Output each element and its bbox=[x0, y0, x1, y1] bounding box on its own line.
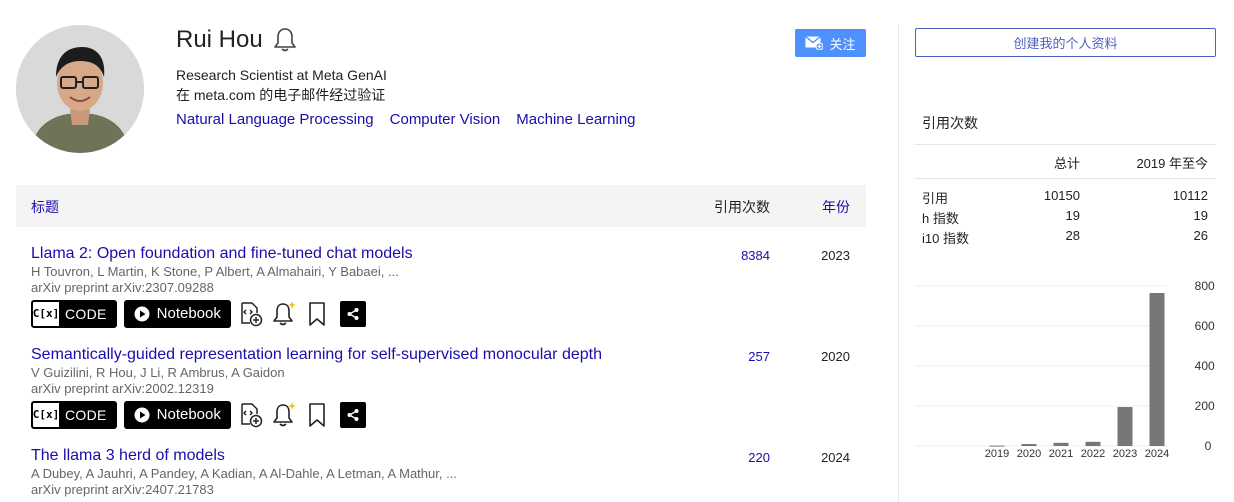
stats-row: i10 指数 28 26 bbox=[915, 226, 1216, 246]
table-row: Llama 2: Open foundation and fine-tuned … bbox=[31, 244, 866, 328]
code-add-icon[interactable] bbox=[238, 300, 264, 328]
article-year: 2024 bbox=[821, 450, 850, 465]
notebook-button[interactable]: Notebook bbox=[123, 299, 231, 328]
x-tick-label: 2023 bbox=[1113, 448, 1137, 460]
article-authors: A Dubey, A Jauhri, A Pandey, A Kadian, A… bbox=[31, 466, 457, 481]
article-year: 2020 bbox=[821, 349, 850, 364]
profile-affiliation: Research Scientist at Meta GenAI bbox=[176, 67, 387, 83]
article-citation-count[interactable]: 220 bbox=[748, 450, 770, 465]
bar[interactable] bbox=[1149, 293, 1165, 446]
bookmark-icon[interactable] bbox=[304, 401, 330, 429]
citation-stats-table: 总计 2019 年至今 引用 10150 10112 h 指数 19 19 i1… bbox=[915, 144, 1216, 246]
code-label: CODE bbox=[65, 305, 107, 322]
bell-sparkle-icon[interactable] bbox=[271, 300, 297, 328]
citations-per-year-chart: 0 2000 4000 6000 8000 2019 2020 2021 2022 2023 202… bbox=[915, 279, 1215, 460]
stat-all: 10150 bbox=[1043, 188, 1080, 203]
bar[interactable] bbox=[1053, 442, 1069, 446]
code-label: CODE bbox=[65, 406, 107, 423]
follow-button[interactable]: 关注 bbox=[795, 29, 866, 57]
stat-all: 28 bbox=[1065, 228, 1080, 243]
stat-since: 10112 bbox=[1172, 188, 1208, 203]
profile-photo bbox=[16, 25, 144, 153]
verified-email: 在 meta.com 的电子邮件经过验证 bbox=[176, 87, 386, 103]
research-interests: Natural Language Processing Computer Vis… bbox=[176, 110, 636, 130]
table-row: Semantically-guided representation learn… bbox=[31, 345, 866, 429]
follow-label: 关注 bbox=[829, 36, 856, 52]
y-tick-label: 6000 bbox=[1195, 319, 1215, 333]
sort-by-title[interactable]: 标题 bbox=[31, 197, 59, 217]
table-row: The llama 3 herd of models A Dubey, A Ja… bbox=[31, 446, 866, 498]
bar[interactable] bbox=[1117, 407, 1133, 446]
interest-link[interactable]: Machine Learning bbox=[516, 110, 635, 130]
code-button[interactable]: C[x] CODE bbox=[31, 400, 117, 429]
bar[interactable] bbox=[1085, 441, 1101, 446]
notebook-label: Notebook bbox=[156, 406, 221, 423]
play-circle-icon bbox=[134, 407, 150, 422]
stats-row: h 指数 19 19 bbox=[915, 206, 1216, 226]
article-year: 2023 bbox=[821, 248, 850, 263]
x-tick-label: 2019 bbox=[985, 448, 1009, 460]
article-venue: arXiv preprint arXiv:2407.21783 bbox=[31, 482, 214, 497]
share-icon[interactable] bbox=[339, 401, 366, 428]
stats-row: 引用 10150 10112 bbox=[915, 186, 1216, 206]
col-since-header[interactable]: 2019 年至今 bbox=[1136, 153, 1208, 172]
notebook-label: Notebook bbox=[156, 305, 221, 322]
code-icon: C[x] bbox=[33, 402, 59, 427]
stat-since: 19 bbox=[1193, 208, 1208, 223]
code-button[interactable]: C[x] CODE bbox=[31, 299, 117, 328]
x-tick-label: 2020 bbox=[1017, 448, 1041, 460]
share-icon[interactable] bbox=[339, 300, 366, 327]
col-all-header: 总计 bbox=[1053, 156, 1080, 171]
interest-link[interactable]: Natural Language Processing bbox=[176, 110, 374, 130]
article-citation-count[interactable]: 8384 bbox=[741, 248, 770, 263]
column-divider bbox=[898, 24, 899, 502]
article-venue: arXiv preprint arXiv:2307.09288 bbox=[31, 280, 214, 295]
bar[interactable] bbox=[989, 445, 1005, 447]
sort-by-year[interactable]: 年份 bbox=[822, 197, 850, 217]
article-tools: C[x] CODE Notebook bbox=[31, 299, 866, 328]
x-tick-label: 2021 bbox=[1049, 448, 1073, 460]
x-tick-label: 2022 bbox=[1081, 448, 1105, 460]
y-tick-label: 8000 bbox=[1195, 279, 1215, 293]
sort-by-citations[interactable]: 引用次数 bbox=[714, 197, 770, 217]
bookmark-icon[interactable] bbox=[304, 300, 330, 328]
interest-link[interactable]: Computer Vision bbox=[390, 110, 501, 130]
article-venue: arXiv preprint arXiv:2002.12319 bbox=[31, 381, 214, 396]
cited-by-heading: 引用次数 bbox=[922, 115, 978, 131]
code-add-icon[interactable] bbox=[238, 401, 264, 429]
article-authors: V Guizilini, R Hou, J Li, R Ambrus, A Ga… bbox=[31, 365, 285, 380]
stat-since: 26 bbox=[1193, 228, 1208, 243]
notebook-button[interactable]: Notebook bbox=[123, 400, 231, 429]
article-tools: C[x] CODE Notebook bbox=[31, 400, 866, 429]
stat-label[interactable]: 引用 bbox=[922, 188, 948, 207]
x-tick-label: 2024 bbox=[1145, 448, 1169, 460]
play-circle-icon bbox=[134, 306, 150, 321]
article-table-header: 标题 引用次数 年份 bbox=[16, 185, 866, 227]
profile-name: Rui Hou bbox=[176, 26, 263, 53]
stats-header: 总计 2019 年至今 bbox=[915, 145, 1216, 178]
create-profile-button[interactable]: 创建我的个人资料 bbox=[915, 28, 1216, 57]
stat-label[interactable]: h 指数 bbox=[922, 208, 959, 227]
mail-plus-icon bbox=[805, 36, 824, 50]
code-icon: C[x] bbox=[33, 301, 59, 326]
y-tick-label: 0 bbox=[1205, 439, 1212, 453]
article-title[interactable]: The llama 3 herd of models bbox=[31, 446, 866, 466]
bell-sparkle-icon[interactable] bbox=[271, 401, 297, 429]
article-citation-count[interactable]: 257 bbox=[748, 349, 770, 364]
name-row: Rui Hou bbox=[176, 24, 299, 56]
follow-alert-bell-icon[interactable] bbox=[271, 25, 299, 55]
stat-label[interactable]: i10 指数 bbox=[922, 228, 969, 247]
article-title[interactable]: Semantically-guided representation learn… bbox=[31, 345, 866, 365]
article-authors: H Touvron, L Martin, K Stone, P Albert, … bbox=[31, 264, 399, 279]
stat-all: 19 bbox=[1065, 208, 1080, 223]
y-tick-label: 2000 bbox=[1195, 399, 1215, 413]
y-tick-label: 4000 bbox=[1195, 359, 1215, 373]
bar[interactable] bbox=[1021, 444, 1037, 446]
